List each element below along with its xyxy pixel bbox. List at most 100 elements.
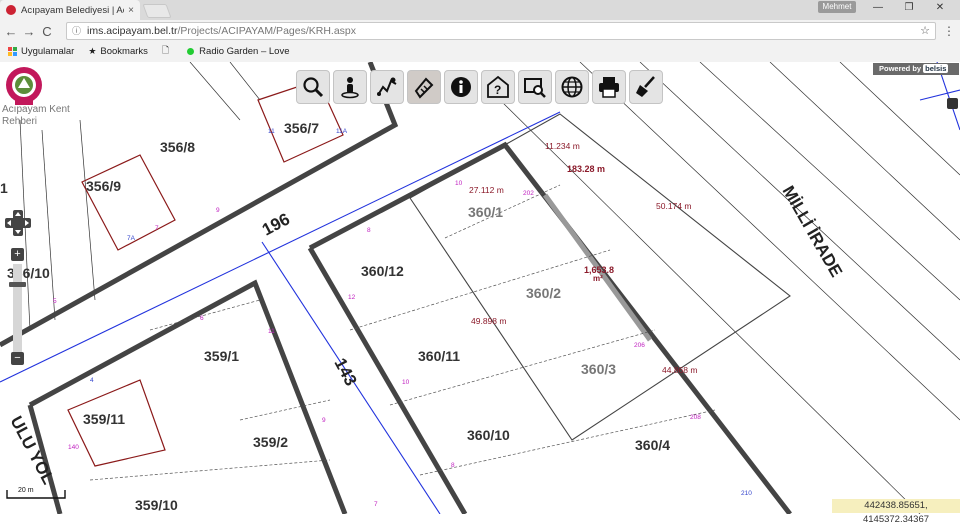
query-tool-button[interactable]: ? — [481, 70, 515, 104]
globe-tool-button[interactable] — [555, 70, 589, 104]
parcel-label: 359/1 — [204, 348, 239, 364]
door-number: 8 — [451, 462, 455, 469]
door-number: 11 — [268, 128, 275, 135]
tab-title: Acıpayam Belediyesi | Ac — [21, 4, 125, 16]
door-number: 10 — [455, 180, 463, 187]
info-icon — [451, 77, 471, 97]
favicon-icon — [6, 5, 16, 15]
scale-bar: 20 m — [6, 486, 66, 500]
forward-icon[interactable]: → — [20, 24, 38, 39]
door-number: 9 — [216, 207, 220, 214]
belsis-brand: belsis — [923, 64, 949, 73]
door-number: 210 — [741, 490, 752, 497]
tab-close-icon[interactable]: × — [128, 5, 134, 16]
parcel-label: 1 — [0, 180, 8, 196]
browser-chrome: Acıpayam Belediyesi | Ac × Mehmet — ❐ ✕ … — [0, 0, 960, 62]
svg-text:?: ? — [494, 83, 501, 97]
browser-tab[interactable]: Acıpayam Belediyesi | Ac × — [0, 0, 140, 20]
parcel-label: 360/2 — [526, 285, 561, 301]
parcel-labels-selected: 360/1 360/2 360/3 — [468, 204, 616, 377]
zoom-control: + − — [5, 210, 31, 365]
parcel-label: 360/10 — [467, 427, 510, 443]
parcel-label: 359/11 — [83, 411, 125, 427]
star-icon: ★ — [88, 45, 97, 56]
door-number: 12 — [348, 294, 356, 301]
parcel-label: 359/10 — [135, 497, 178, 513]
road-centerlines — [0, 62, 960, 514]
bookmark-bookmarks[interactable]: ★ Bookmarks — [88, 46, 148, 57]
reload-icon[interactable]: C — [38, 24, 56, 39]
browser-menu-icon[interactable]: ⋮ — [943, 24, 955, 38]
coordinate-readout: 442438.85651, 4145372.34367 — [832, 499, 960, 525]
door-number: 7 — [155, 225, 159, 232]
door-number: 202 — [523, 190, 534, 197]
map-toolbar: ? — [296, 70, 663, 106]
measurement-label: 49.898 m — [471, 316, 506, 326]
magnifier-icon — [303, 77, 324, 98]
page-info-icon[interactable]: ⓘ — [72, 23, 81, 39]
address-bar[interactable]: ⓘ ims.acipayam.bel.tr/Projects/ACIPAYAM/… — [66, 22, 936, 40]
measurement-label: 44.868 m — [662, 365, 697, 375]
person-pin-icon — [341, 77, 359, 99]
door-number: 11A — [336, 128, 348, 135]
bookmark-radio-garden[interactable]: Radio Garden – Love — [187, 46, 289, 57]
door-number: 4 — [90, 377, 94, 384]
powered-by-badge[interactable]: Powered by belsis — [873, 63, 959, 75]
bookmark-apps[interactable]: Uygulamalar — [8, 46, 74, 57]
measure-tool-button[interactable] — [407, 70, 441, 104]
zoom-tool-button[interactable] — [296, 70, 330, 104]
parcel-label: 360/11 — [418, 348, 460, 364]
door-number: 7 — [374, 501, 378, 508]
parcel-label: 360/12 — [361, 263, 404, 279]
radio-garden-icon — [187, 47, 195, 55]
measurement-labels: 11.234 m 183.28 m 27.112 m 50.174 m 1,65… — [469, 141, 697, 375]
parcel-label: 360/4 — [635, 437, 670, 453]
minimize-icon[interactable]: — — [868, 2, 888, 13]
street-label: MİLLİ İRADE — [779, 183, 846, 281]
globe-icon — [561, 76, 583, 98]
pan-control-icon[interactable] — [5, 210, 31, 236]
door-number: 6 — [200, 315, 204, 322]
zoom-in-button[interactable]: + — [11, 248, 24, 261]
zoom-slider-handle[interactable] — [9, 282, 26, 287]
bookmarks-bar: Uygulamalar ★ Bookmarks 🗋 Radio Garden –… — [0, 42, 960, 60]
street-label: 143 — [330, 355, 360, 389]
door-number: 10 — [402, 379, 410, 386]
street-labels: 196 143 MİLLİ İRADE ULU YOL — [6, 183, 846, 488]
ruler-pencil-icon — [414, 77, 434, 99]
parcel-label: 360/3 — [581, 361, 616, 377]
municipality-logo[interactable] — [3, 66, 45, 106]
print-tool-button[interactable] — [592, 70, 626, 104]
measurement-label: 183.28 m — [567, 164, 605, 174]
page-icon: 🗋 — [161, 45, 170, 55]
door-number: 11 — [268, 328, 275, 335]
clear-tool-button[interactable] — [629, 70, 663, 104]
map-canvas[interactable]: 356/7 356/8 356/9 356/10 360/12 360/11 3… — [0, 62, 960, 514]
measurement-label: 11.234 m — [545, 141, 580, 151]
select-tool-button[interactable] — [518, 70, 552, 104]
profile-chip[interactable]: Mehmet — [818, 1, 856, 13]
url-host: ims.acipayam.bel.tr — [87, 25, 178, 37]
bookmark-page[interactable]: 🗋 — [162, 43, 173, 59]
zoom-slider-track[interactable] — [13, 264, 22, 352]
parcel-labels: 356/7 356/8 356/9 356/10 360/12 360/11 3… — [0, 120, 670, 513]
restore-icon[interactable]: ❐ — [899, 2, 919, 13]
back-icon[interactable]: ← — [2, 24, 20, 39]
info-tool-button[interactable] — [444, 70, 478, 104]
street-view-tool-button[interactable] — [333, 70, 367, 104]
new-tab-button[interactable] — [142, 4, 172, 18]
parcel-label: 356/7 — [284, 120, 319, 136]
parcel-label: 356/8 — [160, 139, 195, 155]
scale-label: 20 m — [18, 487, 34, 494]
printer-icon — [599, 77, 619, 98]
door-number: 208 — [690, 414, 701, 421]
street-label: ULU YOL — [6, 413, 58, 488]
zoom-out-button[interactable]: − — [11, 352, 24, 365]
close-window-icon[interactable]: ✕ — [930, 2, 950, 13]
bookmark-star-icon[interactable]: ☆ — [920, 23, 930, 39]
measurement-label: m² — [593, 274, 603, 283]
parcel-label: 359/2 — [253, 434, 288, 450]
route-tool-button[interactable] — [370, 70, 404, 104]
parcel-label: 356/9 — [86, 178, 121, 194]
layers-icon[interactable] — [947, 98, 958, 109]
